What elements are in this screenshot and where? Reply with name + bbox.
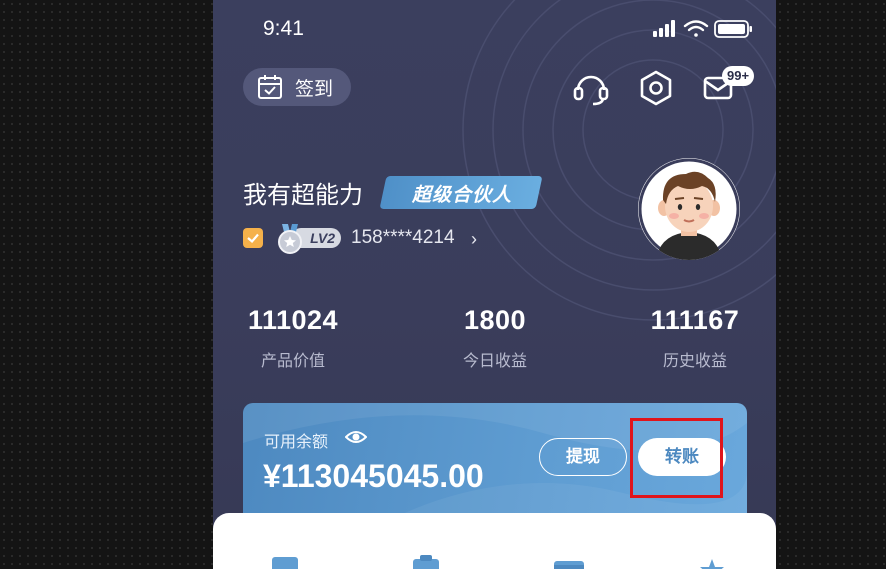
- message-badge: 99+: [722, 66, 755, 86]
- checkin-button[interactable]: 签到: [243, 68, 351, 106]
- stat-today-earnings: 1800 今日收益: [435, 305, 555, 371]
- phone-number[interactable]: 158****4214: [351, 227, 455, 249]
- highlight-box: [630, 418, 723, 498]
- eye-icon[interactable]: [345, 428, 367, 446]
- partner-tag-label: 超级合伙人: [411, 185, 512, 206]
- avatar-illustration: [638, 158, 740, 260]
- username: 我有超能力: [243, 182, 363, 209]
- avatar[interactable]: [638, 158, 740, 260]
- headset-icon[interactable]: [571, 68, 611, 108]
- battery-icon: [714, 20, 752, 38]
- star-icon[interactable]: [697, 553, 727, 569]
- stat-label: 今日收益: [462, 353, 527, 370]
- stat-total-earnings: 111167 历史收益: [635, 305, 755, 371]
- stat-product-value: 111024 产品价值: [233, 305, 353, 371]
- stat-value: 111024: [247, 305, 339, 335]
- balance-amount: ¥113045045.00: [263, 458, 484, 494]
- verified-icon: [243, 228, 263, 248]
- stat-label: 产品价值: [260, 353, 325, 370]
- checkin-label: 签到: [295, 78, 334, 100]
- clipboard-icon[interactable]: [411, 553, 441, 569]
- status-time: 9:41: [263, 17, 304, 40]
- document-icon[interactable]: [271, 553, 301, 569]
- bottom-sheet: [213, 513, 776, 569]
- withdraw-button[interactable]: 提现: [539, 438, 627, 476]
- stat-label: 历史收益: [662, 353, 727, 370]
- balance-label: 可用余额: [264, 434, 329, 451]
- stat-value: 1800: [463, 305, 527, 335]
- chevron-right-icon[interactable]: ›: [471, 229, 477, 250]
- medal-icon: [278, 224, 302, 254]
- card-icon[interactable]: [553, 553, 585, 569]
- settings-hexagon-icon[interactable]: [636, 68, 676, 108]
- calendar-check-icon: [258, 75, 282, 99]
- status-icons: [653, 17, 753, 46]
- wifi-icon: [683, 20, 709, 37]
- stat-value: 111167: [650, 305, 740, 335]
- signal-icon: [653, 20, 675, 37]
